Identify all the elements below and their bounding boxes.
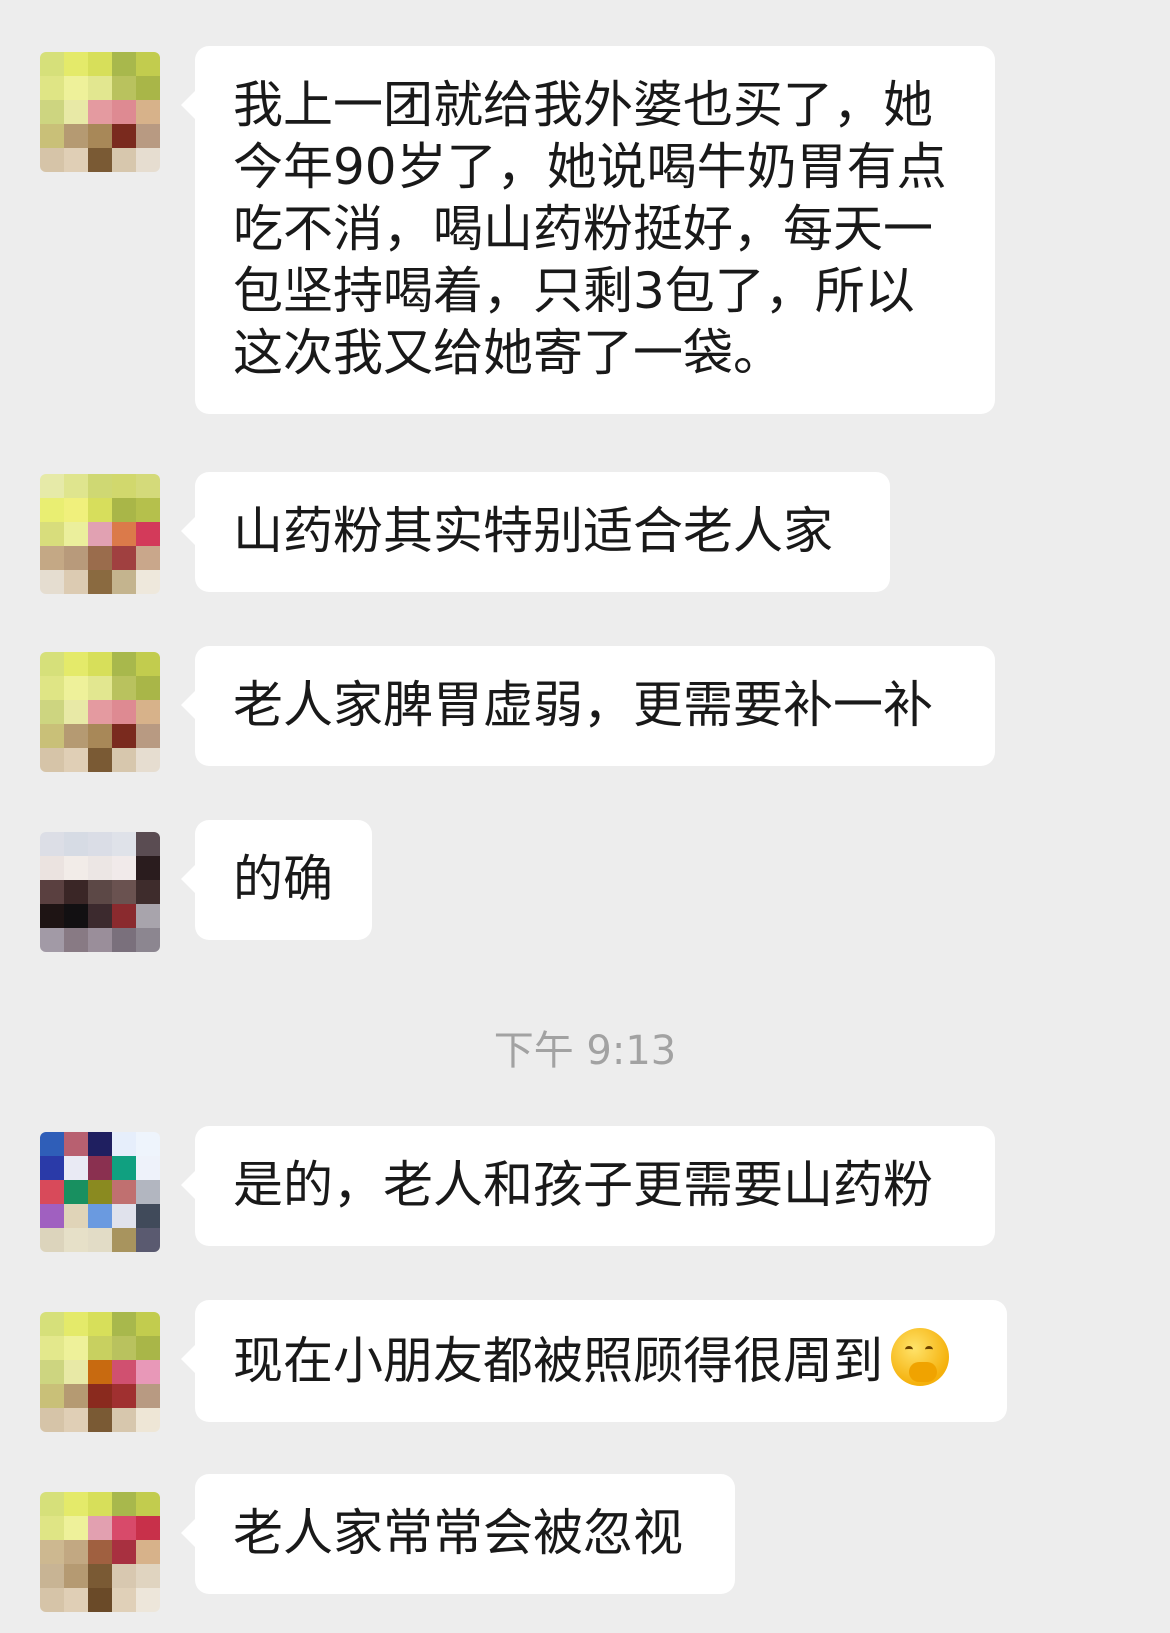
- timestamp: 下午 9:13: [493, 1028, 677, 1074]
- message-text: 现在小朋友都被照顾得很周到: [233, 1332, 883, 1390]
- message-bubble[interactable]: 老人家脾胃虚弱，更需要补一补: [181, 646, 995, 766]
- message-bubble[interactable]: 老人家常常会被忽视: [181, 1474, 735, 1594]
- avatar[interactable]: [40, 1312, 160, 1432]
- avatar[interactable]: [40, 652, 160, 772]
- message-bubble[interactable]: 是的，老人和孩子更需要山药粉: [181, 1126, 995, 1246]
- message-text: 老人家脾胃虚弱，更需要补一补: [233, 676, 933, 734]
- thinking-face-emoji: [891, 1328, 949, 1386]
- message-text: 的确: [233, 850, 333, 908]
- avatar[interactable]: [40, 832, 160, 952]
- avatar[interactable]: [40, 1132, 160, 1252]
- message-bubble[interactable]: 的确: [181, 820, 372, 940]
- avatar[interactable]: [40, 52, 160, 172]
- message-bubble[interactable]: 山药粉其实特别适合老人家: [181, 472, 890, 592]
- avatar[interactable]: [40, 474, 160, 594]
- message-bubble[interactable]: 现在小朋友都被照顾得很周到: [181, 1300, 1007, 1422]
- message-text: 是的，老人和孩子更需要山药粉: [233, 1156, 933, 1214]
- message-text: 我上一团就给我外婆也买了，她今年90岁了，她说喝牛奶胃有点吃不消，喝山药粉挺好，…: [233, 76, 947, 382]
- message-bubble[interactable]: 我上一团就给我外婆也买了，她今年90岁了，她说喝牛奶胃有点吃不消，喝山药粉挺好，…: [181, 46, 995, 414]
- message-text: 山药粉其实特别适合老人家: [233, 502, 833, 560]
- chat-window: 我上一团就给我外婆也买了，她今年90岁了，她说喝牛奶胃有点吃不消，喝山药粉挺好，…: [0, 0, 1170, 1633]
- message-text: 老人家常常会被忽视: [233, 1504, 683, 1562]
- avatar[interactable]: [40, 1492, 160, 1612]
